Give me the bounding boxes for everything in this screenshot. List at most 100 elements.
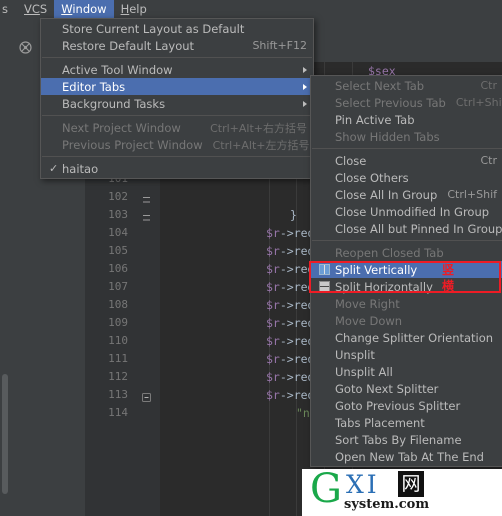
menu-item[interactable]: Store Current Layout as Default <box>41 20 313 37</box>
watermark: G XI 网 system.com <box>302 469 502 516</box>
menu-item[interactable]: Next Project Window Ctrl+Alt+右方括号 <box>41 119 313 136</box>
menu-item[interactable]: Active Tool Window <box>41 61 313 78</box>
menu-item-label: Unsplit <box>335 347 375 362</box>
line-number[interactable]: 114 <box>85 404 160 422</box>
line-number[interactable]: 107 <box>85 278 160 296</box>
menu-accelerator: Ctr <box>480 154 497 167</box>
menu-item[interactable]: Close Unmodified In Group <box>311 203 502 220</box>
menu-item[interactable]: Sort Tabs By Filename <box>311 431 502 448</box>
menu-separator <box>42 57 312 58</box>
menu-item[interactable]: Editor Tabs <box>41 78 313 95</box>
menu-item[interactable]: Close Ctr <box>311 152 502 169</box>
menu-item-label: Previous Project Window <box>62 137 203 152</box>
menu-item[interactable]: Show Hidden Tabs <box>311 128 502 145</box>
menu-item-label: Move Right <box>335 296 400 311</box>
menu-item[interactable]: Move Right <box>311 295 502 312</box>
menu-item-label: Active Tool Window <box>62 62 173 77</box>
menu-accelerator: Ctrl+Shif <box>447 188 497 201</box>
menu-item[interactable]: Change Splitter Orientation <box>311 329 502 346</box>
chevron-right-icon <box>303 83 307 90</box>
code-token: $r <box>266 316 280 330</box>
navigate-icon[interactable] <box>18 40 33 55</box>
line-number[interactable]: 112 <box>85 368 160 386</box>
menu-check-icon: ✓ <box>49 162 59 175</box>
menu-item-label: Sort Tabs By Filename <box>335 432 462 447</box>
fold-end-icon[interactable] <box>142 210 151 221</box>
menubar-item-window[interactable]: Window <box>54 0 114 18</box>
menu-item[interactable]: Close All but Pinned In Group <box>311 220 502 237</box>
window-dropdown-menu[interactable]: Store Current Layout as Default Restore D… <box>40 18 314 179</box>
menu-item[interactable]: Unsplit <box>311 346 502 363</box>
code-token: } <box>290 208 297 222</box>
menu-item-label: Close All In Group <box>335 187 438 202</box>
menu-item[interactable]: Select Previous Tab Ctrl+Shif <box>311 94 502 111</box>
chevron-right-icon <box>303 100 307 107</box>
menu-item[interactable]: Close Others <box>311 169 502 186</box>
menu-item[interactable]: Split Horizontally <box>311 278 502 295</box>
split-vertical-icon <box>319 264 332 275</box>
menu-item[interactable]: Open New Tab At The End <box>311 448 502 465</box>
code-token: $r <box>266 262 280 276</box>
menu-separator <box>42 115 312 116</box>
menu-item[interactable]: Unsplit All <box>311 363 502 380</box>
watermark-g: G <box>310 469 342 512</box>
line-number[interactable]: 109 <box>85 314 160 332</box>
menu-accelerator: Ctrl+Alt+右方括号 <box>210 121 307 135</box>
menu-item[interactable]: Close All In Group Ctrl+Shif <box>311 186 502 203</box>
code-token: $r <box>266 280 280 294</box>
menu-item-label: Close All but Pinned In Group <box>335 221 502 236</box>
menu-item[interactable]: Background Tasks <box>41 95 313 112</box>
menu-item-label: Tabs Placement <box>335 415 425 430</box>
code-token: $r <box>266 370 280 384</box>
menu-separator <box>312 240 502 241</box>
line-number[interactable]: 110 <box>85 332 160 350</box>
menu-accelerator: Ctrl+Alt+左方括号 <box>212 138 310 152</box>
fold-start-icon[interactable] <box>142 390 151 402</box>
editor-tabs-submenu[interactable]: Select Next Tab Ctr Select Previous Tab Ctr… <box>310 75 502 467</box>
menu-item[interactable]: Goto Previous Splitter <box>311 397 502 414</box>
menu-separator <box>42 156 312 157</box>
menu-item-label: Open New Tab At The End <box>335 449 484 464</box>
annotation-horizontal-label: 横 <box>442 279 455 293</box>
menu-item[interactable]: Move Down <box>311 312 502 329</box>
line-number[interactable]: 103 <box>85 206 160 224</box>
menu-item-label: Restore Default Layout <box>62 38 195 53</box>
fold-end-icon[interactable] <box>142 192 151 203</box>
code-token: $r <box>266 334 280 348</box>
menubar-item-help[interactable]: Help <box>114 0 154 18</box>
code-token: $r <box>266 244 280 258</box>
line-number[interactable]: 113 <box>85 386 160 404</box>
line-number[interactable]: 108 <box>85 296 160 314</box>
menu-item-label: Goto Previous Splitter <box>335 398 461 413</box>
menu-item[interactable]: Pin Active Tab <box>311 111 502 128</box>
menu-item[interactable]: Reopen Closed Tab <box>311 244 502 261</box>
menu-item-label: Show Hidden Tabs <box>335 129 440 144</box>
watermark-domain: system.com <box>344 497 430 512</box>
line-number[interactable]: 104 <box>85 224 160 242</box>
line-number[interactable]: 106 <box>85 260 160 278</box>
menu-item-label: Reopen Closed Tab <box>335 245 444 260</box>
watermark-xi: XI <box>346 470 380 499</box>
annotation-vertical-label: 竖 <box>442 263 455 277</box>
menu-item[interactable]: Tabs Placement <box>311 414 502 431</box>
menubar-item-vcs[interactable]: VCS <box>17 0 54 18</box>
line-number[interactable]: 105 <box>85 242 160 260</box>
menu-item[interactable]: Goto Next Splitter <box>311 380 502 397</box>
menu-item-label: Store Current Layout as Default <box>62 21 245 36</box>
menu-item-label: Select Previous Tab <box>335 95 446 110</box>
line-number[interactable]: 102 <box>85 188 160 206</box>
menu-item-label: Next Project Window <box>62 120 181 135</box>
menu-item[interactable]: Previous Project Window Ctrl+Alt+左方括号 <box>41 136 313 153</box>
menu-item[interactable]: Split Vertically <box>311 261 502 278</box>
menu-item-label: Change Splitter Orientation <box>335 330 494 345</box>
vertical-scrollbar[interactable] <box>2 374 8 494</box>
menubar-item-clipped[interactable]: s <box>0 0 17 18</box>
menu-item-label: Close <box>335 153 367 168</box>
menu-item-label: Unsplit All <box>335 364 393 379</box>
menu-item[interactable]: ✓ haitao <box>41 160 313 177</box>
code-token: $r <box>266 388 280 402</box>
menu-accelerator: Shift+F12 <box>252 39 307 52</box>
menu-item[interactable]: Select Next Tab Ctr <box>311 77 502 94</box>
menu-item[interactable]: Restore Default Layout Shift+F12 <box>41 37 313 54</box>
line-number[interactable]: 111 <box>85 350 160 368</box>
